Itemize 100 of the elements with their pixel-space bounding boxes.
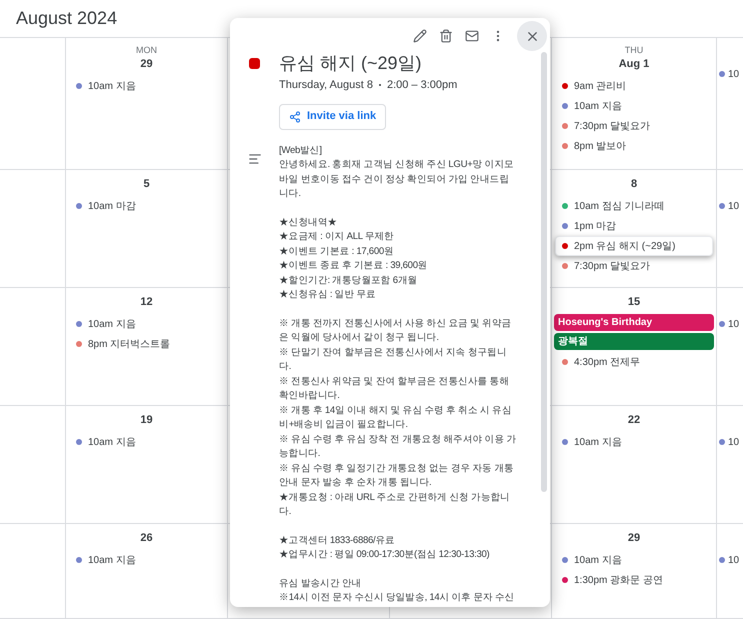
event-time: 2:00 – 3:00pm: [386, 78, 458, 93]
mail-icon[interactable]: [465, 29, 479, 43]
description-line: 다.: [279, 360, 292, 374]
description-line: ※ 전통신사 위약금 및 잔여 할부금은 전통신사를 통해: [279, 374, 510, 388]
calendar-event[interactable]: 10am 지음: [69, 314, 224, 334]
description-line: ★고객센터 1833-6886/유료: [279, 534, 396, 548]
event-label: 10am 지음: [574, 100, 622, 114]
calendar-event[interactable]: 1pm 마감: [555, 216, 713, 236]
calendar-event[interactable]: 2pm 유심 해지 (~29일): [555, 236, 713, 256]
all-day-event[interactable]: 광복절: [554, 333, 714, 350]
description-line: ★이벤트 기본료 : 17,600원: [279, 244, 395, 258]
calendar-event[interactable]: 10am 마감: [69, 196, 224, 216]
event-label: 10am 지음: [574, 436, 622, 450]
event-label: 9am 관리비: [574, 80, 626, 94]
event-title: 유심 해지 (~29일): [279, 52, 423, 74]
calendar-event[interactable]: 1:30pm 광화문 공연: [555, 570, 713, 590]
description-line: ★신청유심 : 일반 무료: [279, 288, 377, 302]
event-label: 1:30pm 광화문 공연: [574, 574, 663, 588]
description-line: 니다.: [279, 187, 302, 201]
description-line: 유심 발송시간 안내: [279, 576, 362, 590]
event-label: 10am 지음: [574, 554, 622, 568]
description-line: ★할인기간: 개통당월포함 6개월: [279, 274, 418, 288]
event-date: Thursday, August 8: [279, 78, 373, 93]
event-label: 7:30pm 달빛요가: [574, 120, 650, 134]
event-label: 8pm 지터벅스트롤: [88, 338, 170, 352]
description-line: ※ 유심 수령 후 일정기간 개통요청 없는 경우 자동 개통: [279, 462, 515, 476]
calendar-event[interactable]: 10: [717, 550, 743, 570]
calendar-event[interactable]: 10am 지음: [555, 432, 713, 452]
close-button[interactable]: [517, 21, 547, 51]
weekday-label: THU: [624, 44, 644, 56]
date-label[interactable]: 12: [66, 294, 227, 310]
calendar-event[interactable]: 7:30pm 달빛요가: [555, 116, 713, 136]
date-label[interactable]: 5: [66, 176, 227, 192]
all-day-event[interactable]: Hoseung's Birthday: [554, 314, 714, 331]
edit-icon[interactable]: [413, 29, 427, 43]
description-line: ★이벤트 종료 후 기본료 : 39,600원: [279, 259, 428, 273]
delete-icon[interactable]: [439, 29, 453, 43]
event-label: 10am 마감: [88, 200, 136, 214]
calendar-event[interactable]: 4:30pm 전제무: [555, 352, 713, 372]
calendar-event[interactable]: 9am 관리비: [555, 76, 713, 96]
calendar-event[interactable]: 10: [717, 432, 743, 452]
event-label: 10: [728, 200, 740, 214]
month-title: August 2024: [16, 7, 118, 30]
event-label: 8pm 발보아: [574, 140, 626, 154]
calendar-event[interactable]: 10am 지음: [69, 432, 224, 452]
description-line: 능합니다.: [279, 447, 322, 461]
description-line: 비+배송비 입금이 필요합니다.: [279, 418, 409, 432]
calendar-event[interactable]: 10am 지음: [69, 550, 224, 570]
event-label: 10am 지음: [88, 554, 136, 568]
calendar-event[interactable]: 7:30pm 달빛요가: [555, 256, 713, 276]
date-label[interactable]: 19: [66, 412, 227, 428]
description-line: ※ 단말기 잔여 할부금은 전통신사에서 지속 청구됩니: [279, 346, 508, 360]
share-icon: [289, 110, 301, 122]
description-line: ★개통요청 : 아래 URL 주소로 간편하게 신청 가능합니: [279, 490, 511, 504]
description-line: ★업무시간 : 평일 09:00-17:30분(점심 12:30-13:30): [279, 548, 490, 562]
event-label: 10: [728, 436, 740, 450]
event-label: 10: [728, 68, 740, 82]
description-icon: [248, 152, 262, 166]
event-label: 4:30pm 전제무: [574, 356, 640, 370]
invite-link-button[interactable]: Invite via link: [279, 104, 386, 130]
description-line: ※ 개통 후 14일 이내 해지 및 유심 수령 후 취소 시 유심: [279, 404, 512, 418]
description-line: ★요금제 : 이지 ALL 무제한: [279, 230, 395, 244]
description-line: 바일 번호이동 접수 건이 정상 확인되어 가입 안내드립: [279, 172, 510, 186]
event-label: 10am 지음: [88, 436, 136, 450]
description-line: 확인바랍니다.: [279, 389, 341, 403]
description-line: 다.: [279, 505, 292, 519]
calendar-event[interactable]: 10: [717, 314, 743, 334]
date-label[interactable]: 22: [552, 412, 716, 428]
description-line: ※ 개통 전까지 전통신사에서 사용 하신 요금 및 위약금: [279, 316, 512, 330]
calendar-event[interactable]: 10: [717, 196, 743, 216]
calendar-event[interactable]: 10am 점심 기니라떼: [555, 196, 713, 216]
calendar-event[interactable]: 10am 지음: [555, 96, 713, 116]
description-line: ※ 유심 수령 후 유심 장착 전 개통요청 해주셔야 이용 가: [279, 432, 516, 446]
date-label[interactable]: 26: [66, 530, 227, 546]
description-line: 은 익월에 당사에서 같이 청구 됩니다.: [279, 331, 440, 345]
event-label: 10am 점심 기니라떼: [574, 200, 665, 214]
date-label[interactable]: Aug 1: [552, 56, 716, 72]
weekday-label: MON: [135, 44, 158, 56]
event-label: 2pm 유심 해지 (~29일): [574, 240, 676, 254]
calendar-event[interactable]: 8pm 지터벅스트롤: [69, 334, 224, 354]
description-line: 안녕하세요. 홍희재 고객님 신청해 주신 LGU+망 이지모: [279, 158, 515, 172]
event-label: 1pm 마감: [574, 220, 616, 234]
event-label: 10: [728, 554, 740, 568]
description-line: [Web발신]: [279, 144, 323, 158]
calendar-event[interactable]: 10am 지음: [69, 76, 224, 96]
description-line: ★신청내역★: [279, 216, 338, 230]
description-line: ※14시 이전 문자 수신시 당일발송, 14시 이후 문자 수신: [279, 591, 516, 605]
calendar-event[interactable]: 10: [717, 64, 743, 84]
description-line: 안내 문자 발송 후 순차 개통 됩니다.: [279, 476, 432, 490]
scrollbar[interactable]: [541, 52, 547, 492]
event-label: 10am 지음: [88, 80, 136, 94]
event-label: 10am 지음: [88, 318, 136, 332]
event-label: 7:30pm 달빛요가: [574, 260, 650, 274]
calendar-event[interactable]: 10am 지음: [555, 550, 713, 570]
event-label: 10: [728, 318, 740, 332]
date-label[interactable]: 15: [552, 294, 716, 310]
date-label[interactable]: 29: [552, 530, 716, 546]
date-label[interactable]: 29: [66, 56, 227, 72]
calendar-event[interactable]: 8pm 발보아: [555, 136, 713, 156]
date-label[interactable]: 8: [552, 176, 716, 192]
